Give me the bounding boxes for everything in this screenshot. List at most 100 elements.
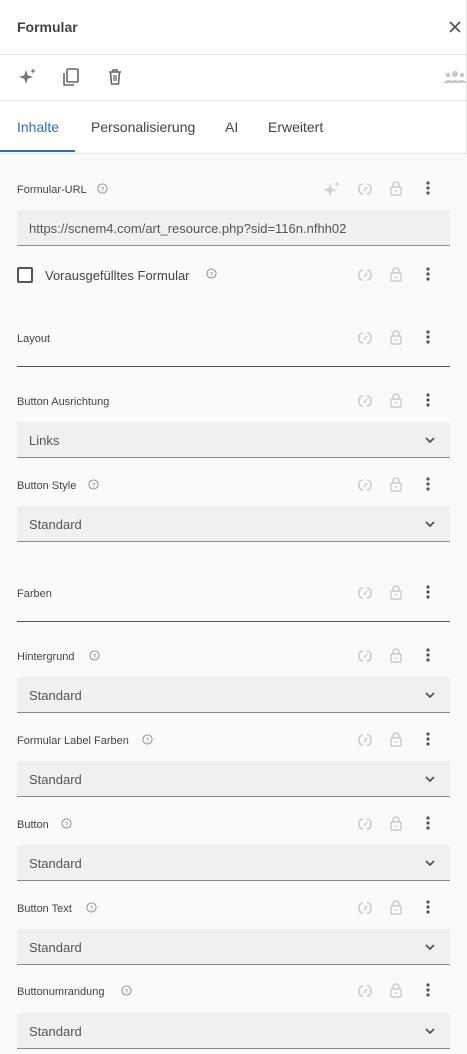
chevron-down-icon xyxy=(425,1028,435,1035)
form-url-value: https://scnem4.com/art_resource.php?sid=… xyxy=(29,221,347,236)
link-sync-icon[interactable] xyxy=(357,732,373,748)
panel-header: Formular xyxy=(0,0,467,55)
button-alignment-value: Links xyxy=(29,433,60,448)
button-text-select[interactable]: Standard xyxy=(17,929,450,965)
button-color-value: Standard xyxy=(29,856,82,871)
help-icon[interactable]: ? xyxy=(89,650,100,661)
close-icon[interactable] xyxy=(446,18,464,36)
form-url-input[interactable]: https://scnem4.com/art_resource.php?sid=… xyxy=(17,210,450,246)
label-colors-select[interactable]: Standard xyxy=(17,761,450,797)
button-border-label: Buttonumrandung xyxy=(17,986,105,998)
duplicate-icon[interactable] xyxy=(60,66,82,88)
prefilled-checkbox[interactable] xyxy=(17,267,33,283)
help-icon[interactable]: ? xyxy=(142,734,153,745)
chevron-down-icon xyxy=(425,437,435,444)
svg-text:?: ? xyxy=(210,271,214,278)
active-tab-indicator xyxy=(0,150,75,152)
panel-toolbar xyxy=(0,55,467,101)
svg-text:?: ? xyxy=(146,737,150,744)
lock-icon[interactable] xyxy=(388,584,404,600)
chevron-down-icon xyxy=(425,776,435,783)
users-group-icon[interactable] xyxy=(443,66,467,88)
tab-inhalte[interactable]: Inhalte xyxy=(17,119,59,135)
form-url-label: Formular-URL xyxy=(17,184,87,196)
help-icon[interactable]: ? xyxy=(86,902,97,913)
more-options-icon[interactable] xyxy=(420,982,436,998)
link-sync-icon[interactable] xyxy=(357,330,373,346)
svg-text:?: ? xyxy=(125,988,129,995)
settings-panel: Formular Inhalte Personalisierung AI Erw… xyxy=(0,0,467,1054)
link-sync-icon[interactable] xyxy=(357,393,373,409)
section-layout-title: Layout xyxy=(17,333,51,345)
ai-sparkle-icon[interactable] xyxy=(16,66,38,88)
section-colors-title: Farben xyxy=(17,588,52,600)
button-style-label: Button Style xyxy=(17,480,77,492)
link-sync-icon[interactable] xyxy=(357,477,373,493)
svg-text:?: ? xyxy=(92,482,96,489)
tab-erweitert[interactable]: Erweitert xyxy=(268,119,323,135)
lock-icon[interactable] xyxy=(388,731,404,747)
link-sync-icon[interactable] xyxy=(357,816,373,832)
button-border-value: Standard xyxy=(29,1024,82,1039)
background-select[interactable]: Standard xyxy=(17,677,450,713)
button-color-label: Button xyxy=(17,819,49,831)
svg-text:?: ? xyxy=(93,653,97,660)
tab-personalisierung[interactable]: Personalisierung xyxy=(91,119,195,135)
more-options-icon[interactable] xyxy=(420,815,436,831)
button-color-select[interactable]: Standard xyxy=(17,845,450,881)
lock-icon[interactable] xyxy=(388,392,404,408)
lock-icon[interactable] xyxy=(388,899,404,915)
link-sync-icon[interactable] xyxy=(357,648,373,664)
tab-ai[interactable]: AI xyxy=(225,119,238,135)
help-icon[interactable]: ? xyxy=(61,818,72,829)
label-colors-value: Standard xyxy=(29,772,82,787)
lock-icon[interactable] xyxy=(388,266,404,282)
lock-icon[interactable] xyxy=(388,982,404,998)
more-options-icon[interactable] xyxy=(420,899,436,915)
chevron-down-icon xyxy=(425,860,435,867)
more-options-icon[interactable] xyxy=(420,731,436,747)
link-sync-icon[interactable] xyxy=(357,267,373,283)
delete-icon[interactable] xyxy=(104,66,126,88)
more-options-icon[interactable] xyxy=(420,329,436,345)
help-icon[interactable]: ? xyxy=(206,268,217,279)
section-divider xyxy=(17,366,450,367)
chevron-down-icon xyxy=(425,521,435,528)
button-text-value: Standard xyxy=(29,940,82,955)
help-icon[interactable]: ? xyxy=(97,183,108,194)
button-border-select[interactable]: Standard xyxy=(17,1013,450,1049)
link-sync-icon[interactable] xyxy=(357,585,373,601)
more-options-icon[interactable] xyxy=(420,647,436,663)
svg-text:?: ? xyxy=(101,186,105,193)
more-options-icon[interactable] xyxy=(420,266,436,282)
prefilled-label: Vorausgefülltes Formular xyxy=(45,268,190,283)
button-alignment-select[interactable]: Links xyxy=(17,422,450,458)
background-value: Standard xyxy=(29,688,82,703)
panel-title: Formular xyxy=(17,19,78,35)
section-divider xyxy=(17,621,450,622)
lock-icon[interactable] xyxy=(388,329,404,345)
lock-icon[interactable] xyxy=(388,476,404,492)
help-icon[interactable]: ? xyxy=(88,479,99,490)
tab-content xyxy=(0,154,467,1054)
svg-text:?: ? xyxy=(90,905,94,912)
button-style-value: Standard xyxy=(29,517,82,532)
link-sync-icon[interactable] xyxy=(357,900,373,916)
lock-icon[interactable] xyxy=(388,647,404,663)
link-sync-icon[interactable] xyxy=(357,181,373,197)
more-options-icon[interactable] xyxy=(420,476,436,492)
lock-icon[interactable] xyxy=(388,815,404,831)
button-alignment-label: Button Ausrichtung xyxy=(17,396,110,408)
more-options-icon[interactable] xyxy=(420,180,436,196)
svg-text:?: ? xyxy=(65,821,69,828)
help-icon[interactable]: ? xyxy=(121,985,132,996)
tab-bar: Inhalte Personalisierung AI Erweitert xyxy=(0,101,467,154)
link-sync-icon[interactable] xyxy=(357,983,373,999)
button-style-select[interactable]: Standard xyxy=(17,506,450,542)
more-options-icon[interactable] xyxy=(420,392,436,408)
label-colors-label: Formular Label Farben xyxy=(17,735,129,747)
more-options-icon[interactable] xyxy=(420,584,436,600)
background-label: Hintergrund xyxy=(17,651,75,663)
lock-icon[interactable] xyxy=(388,180,404,196)
ai-sparkle-icon[interactable] xyxy=(320,180,342,200)
